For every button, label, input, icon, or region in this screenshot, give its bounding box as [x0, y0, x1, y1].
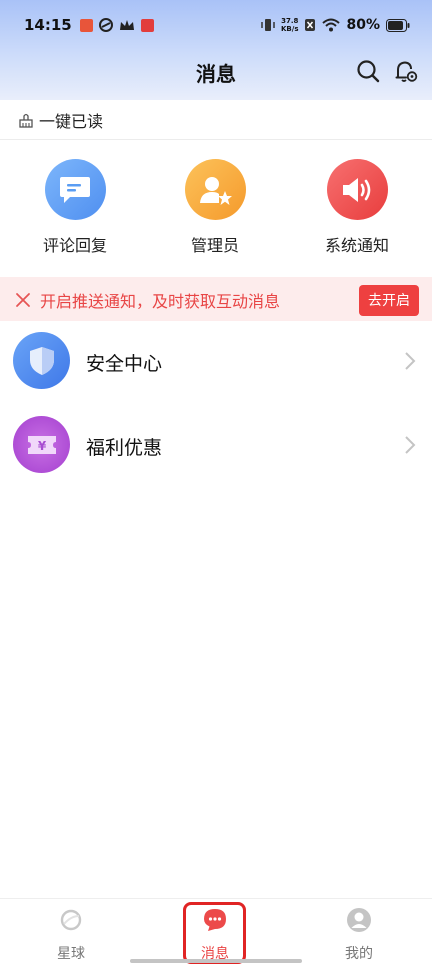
- network-speed-value: 37.8: [281, 17, 299, 25]
- title-bar: 消息: [0, 50, 432, 94]
- tab-planet[interactable]: 星球: [26, 907, 116, 963]
- network-speed: 37.8 KB/s: [281, 17, 298, 33]
- vibrate-icon: [261, 19, 275, 31]
- crown-icon: [119, 20, 134, 30]
- profile-icon: [347, 908, 371, 932]
- status-bar-left: 14:15: [24, 16, 261, 34]
- category-system-notice[interactable]: 系统通知: [297, 159, 417, 256]
- coupon-icon: ¥: [13, 416, 70, 473]
- category-admin[interactable]: 管理员: [155, 159, 275, 256]
- network-speed-unit: KB/s: [281, 25, 299, 33]
- enable-push-button[interactable]: 去开启: [359, 284, 419, 316]
- list-item-label: 福利优惠: [86, 437, 163, 459]
- bell-settings-icon[interactable]: [393, 58, 419, 84]
- sim-icon: [305, 19, 316, 31]
- battery-percent: 80%: [346, 17, 380, 33]
- list-item-label: 安全中心: [86, 353, 163, 375]
- category-label: 管理员: [190, 236, 239, 255]
- admin-star-icon: [184, 159, 246, 220]
- status-time: 14:15: [24, 16, 72, 34]
- status-bar: 14:15 37.8 KB/s 80%: [0, 0, 432, 50]
- message-categories: 评论回复 管理员 系统通知: [0, 141, 432, 276]
- app-notification-icon: [98, 18, 113, 32]
- list-item-benefits[interactable]: ¥ 福利优惠: [0, 405, 432, 485]
- wifi-icon: [322, 18, 341, 32]
- list-item-security-center[interactable]: 安全中心: [0, 321, 432, 401]
- broom-icon: [19, 113, 33, 128]
- app-notification-icon: [140, 18, 154, 32]
- svg-text:¥: ¥: [37, 439, 46, 453]
- category-label: 评论回复: [42, 236, 107, 255]
- search-icon[interactable]: [355, 58, 381, 84]
- planet-icon: [60, 909, 82, 931]
- status-bar-right: 37.8 KB/s 80%: [261, 17, 410, 33]
- shield-icon: [13, 332, 70, 389]
- chevron-right-icon: [405, 352, 416, 370]
- home-indicator[interactable]: [130, 959, 302, 963]
- app-notification-icon: [79, 18, 93, 32]
- comment-icon: [44, 159, 106, 220]
- push-notification-banner: 开启推送通知，及时获取互动消息 去开启: [0, 277, 432, 323]
- category-comment-reply[interactable]: 评论回复: [15, 159, 135, 256]
- chevron-right-icon: [405, 436, 416, 454]
- read-all-button[interactable]: 一键已读: [0, 100, 432, 140]
- speaker-icon: [326, 159, 388, 220]
- close-icon[interactable]: [14, 291, 32, 309]
- tab-label: 星球: [57, 946, 85, 962]
- category-label: 系统通知: [324, 236, 389, 255]
- push-banner-text: 开启推送通知，及时获取互动消息: [40, 292, 281, 311]
- read-all-label: 一键已读: [39, 111, 104, 131]
- tab-label: 我的: [345, 946, 373, 962]
- battery-icon: [386, 18, 410, 32]
- active-tab-highlight: [183, 902, 246, 964]
- tab-profile[interactable]: 我的: [314, 907, 404, 963]
